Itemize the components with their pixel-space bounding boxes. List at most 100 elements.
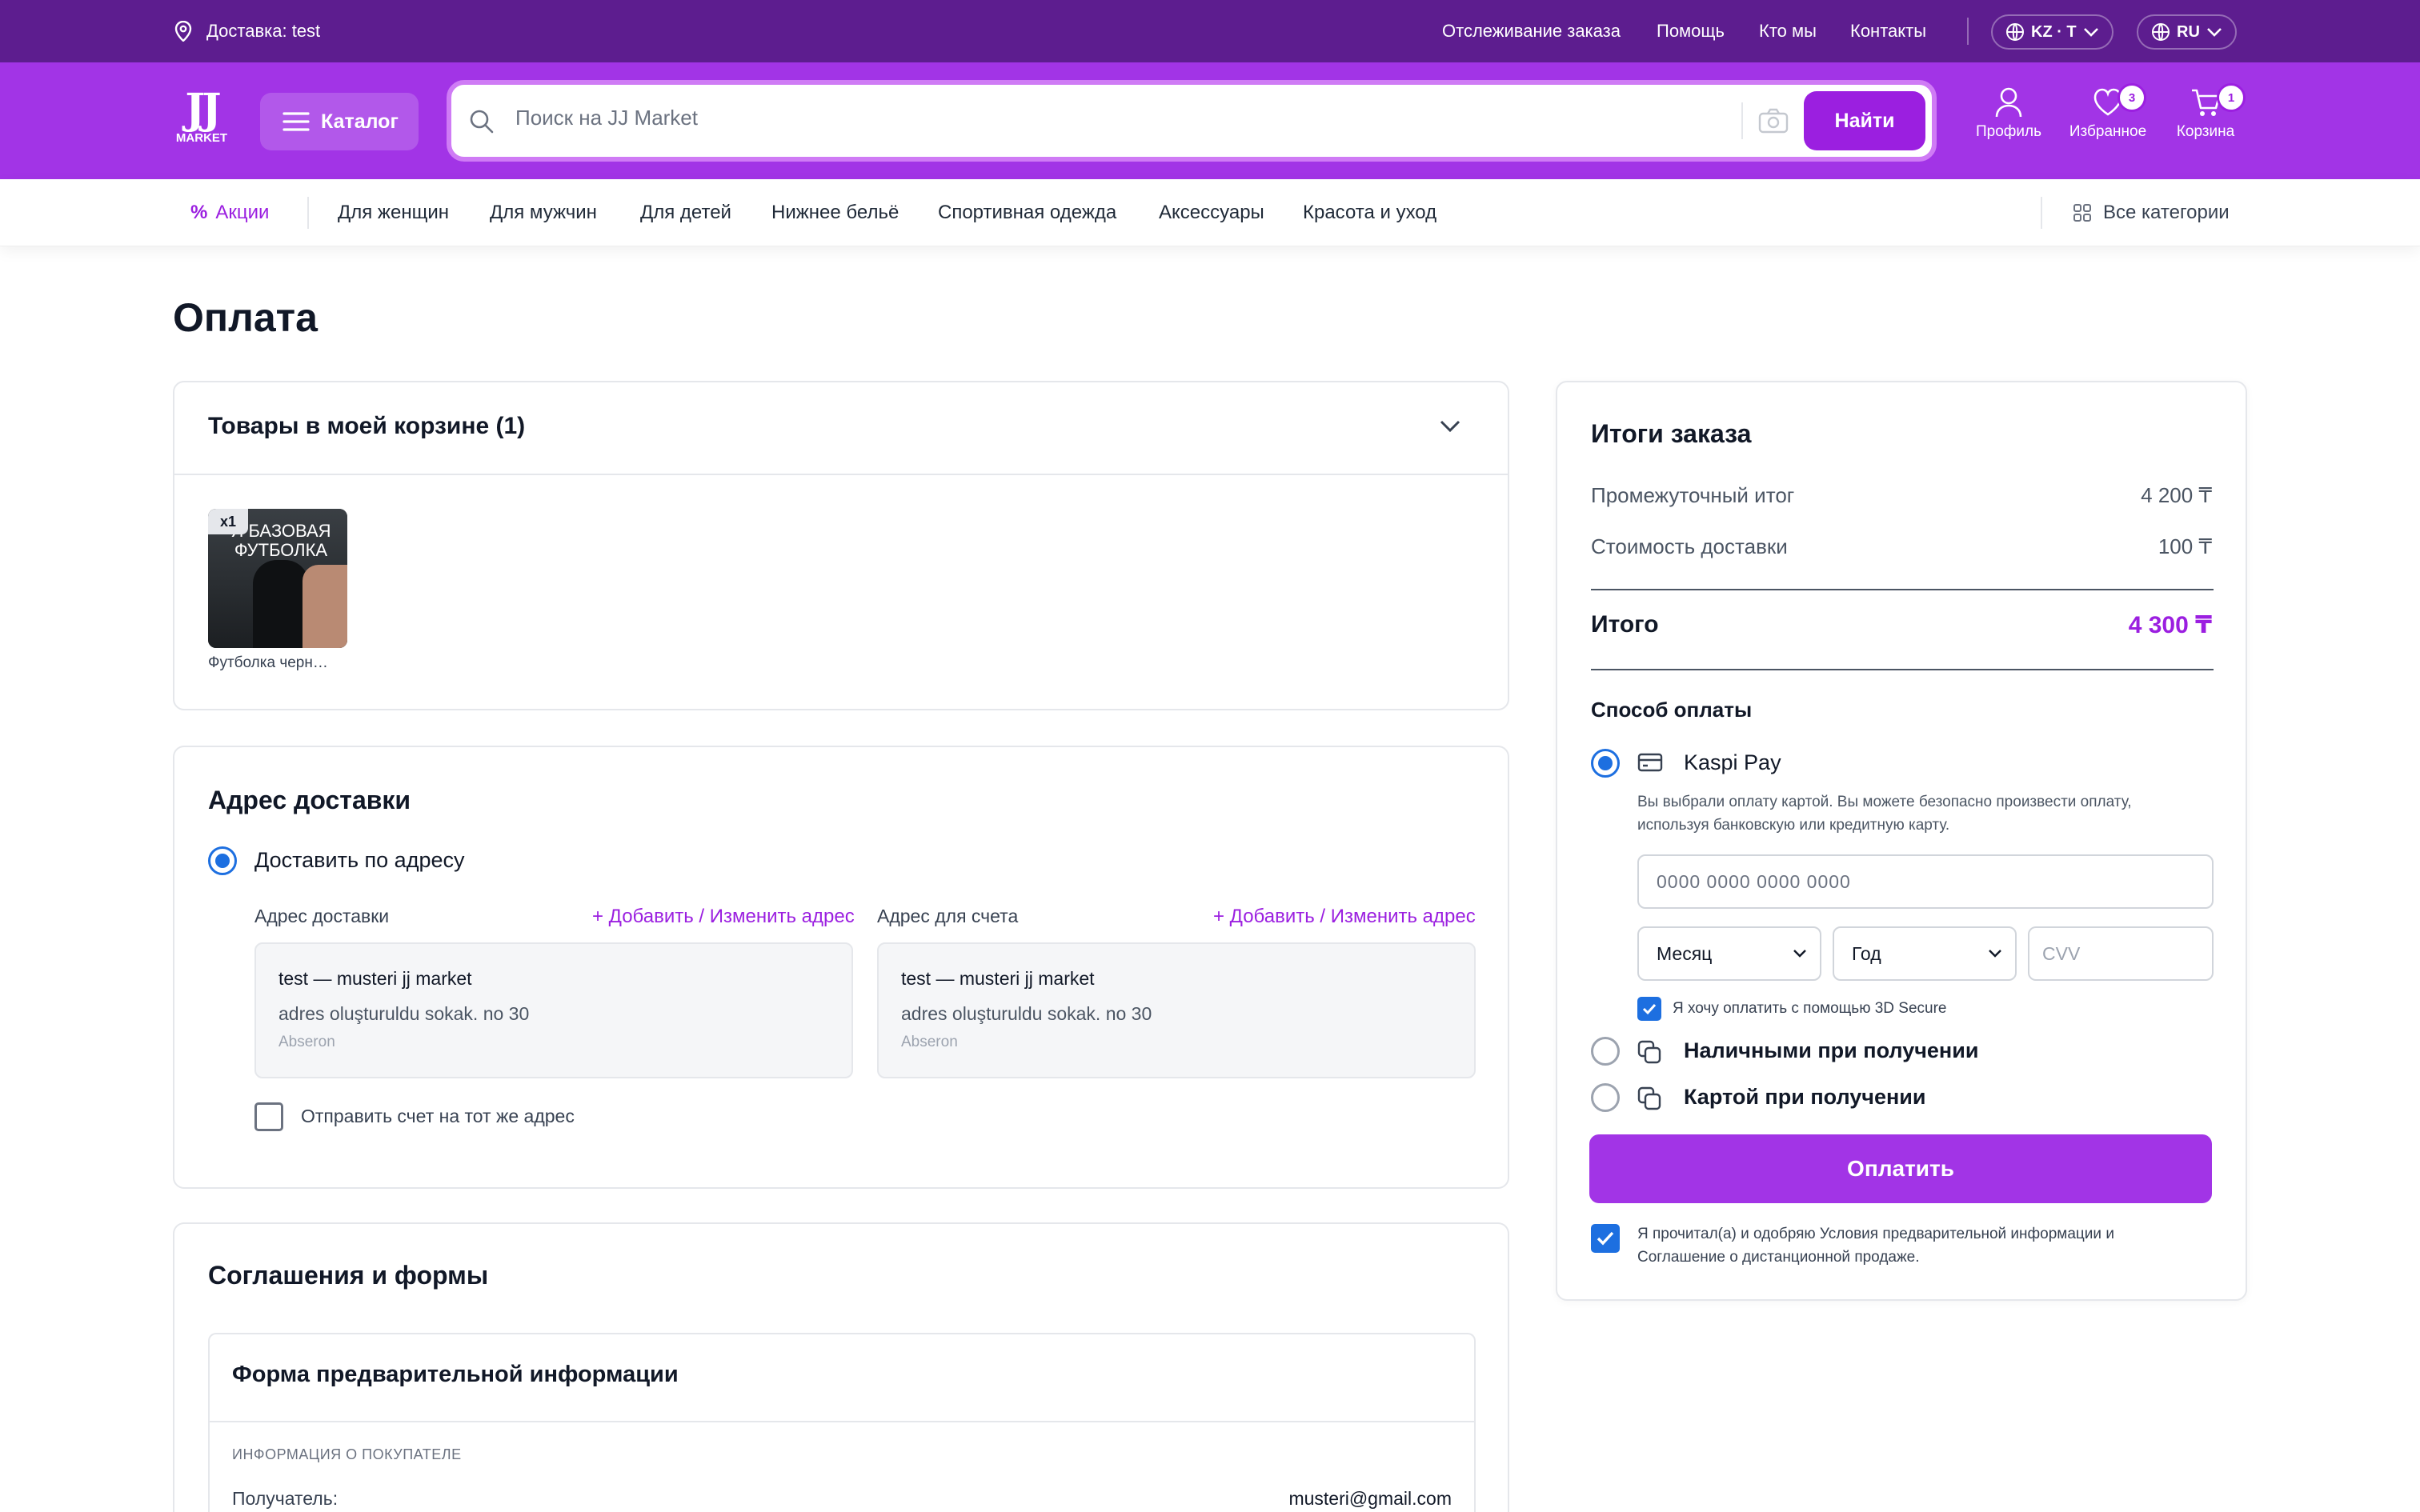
region-selector[interactable]: KZ · T <box>1991 14 2113 50</box>
favorites-label: Избранное <box>2069 123 2147 140</box>
divider <box>1967 18 1969 45</box>
nav-item-underwear[interactable]: Нижнее бельё <box>771 202 899 224</box>
grid-icon <box>2073 204 2091 222</box>
divider <box>210 1421 1474 1422</box>
location-pin-icon <box>174 20 192 46</box>
catalog-button[interactable]: Каталог <box>260 93 419 150</box>
terms-checkbox[interactable] <box>1591 1224 1620 1253</box>
user-icon <box>1995 87 2022 118</box>
cash-on-delivery-label: Наличными при получении <box>1684 1038 1979 1062</box>
kaspi-pay-radio[interactable] <box>1591 749 1620 778</box>
nav-item-women[interactable]: Для женщин <box>338 202 449 224</box>
camera-icon[interactable] <box>1757 107 1789 134</box>
recipient-email: musteri@gmail.com <box>1288 1488 1452 1509</box>
recipient-label: Получатель: <box>232 1488 339 1509</box>
product-thumbnail[interactable]: Я БАЗОВАЯ ФУТБОЛКА x1 <box>208 509 347 648</box>
about-link[interactable]: Кто мы <box>1759 21 1817 42</box>
globe-icon <box>2152 23 2170 41</box>
year-select[interactable]: Год <box>1833 926 2017 981</box>
nav-item-beauty[interactable]: Красота и уход <box>1303 202 1436 224</box>
shipping-address-heading: Адрес доставки <box>254 906 390 926</box>
nav-item-accessories[interactable]: Аксессуары <box>1159 202 1264 224</box>
divider <box>1591 589 2214 590</box>
shipping-street: adres oluşturuldu sokak. no 30 <box>278 1003 530 1024</box>
chevron-down-icon[interactable] <box>1439 418 1461 434</box>
search-icon <box>470 110 494 134</box>
deliver-to-address-radio[interactable] <box>208 846 237 875</box>
pre-info-form: Форма предварительной информации ИНФОРМА… <box>208 1333 1476 1512</box>
edit-shipping-address-link[interactable]: + Добавить / Изменить адрес <box>592 906 855 928</box>
billing-address-box: test — musteri jj market adres oluşturul… <box>877 942 1476 1078</box>
edit-billing-address-link[interactable]: + Добавить / Изменить адрес <box>1213 906 1476 928</box>
cash-on-delivery-radio[interactable] <box>1591 1037 1620 1066</box>
shipping-cost-value: 100 ₸ <box>2158 534 2212 558</box>
shipping-name: test — musteri jj market <box>278 968 472 989</box>
kaspi-pay-note: Вы выбрали оплату картой. Вы можете безо… <box>1637 790 2132 837</box>
nav-item-sale[interactable]: % Акции <box>190 202 269 224</box>
total-label: Итого <box>1591 611 1659 638</box>
chevron-down-icon <box>2206 28 2222 37</box>
catalog-label: Каталог <box>321 110 399 133</box>
help-link[interactable]: Помощь <box>1657 21 1725 42</box>
track-order-link[interactable]: Отслеживание заказа <box>1442 21 1621 42</box>
same-address-checkbox[interactable] <box>254 1102 283 1131</box>
globe-icon <box>2006 23 2024 41</box>
3d-secure-checkbox[interactable] <box>1637 997 1661 1021</box>
cart-items-title: Товары в моей корзине (1) <box>208 413 526 439</box>
agreements-card: Соглашения и формы Форма предварительной… <box>173 1222 1509 1512</box>
menu-icon <box>282 112 310 131</box>
year-select-label: Год <box>1852 942 1881 964</box>
cart-button[interactable]: Корзина 1 <box>2158 83 2254 141</box>
payment-method-heading: Способ оплаты <box>1591 698 1753 722</box>
favorites-button[interactable]: Избранное 3 <box>2060 83 2156 141</box>
delivery-location[interactable]: Доставка: test <box>206 21 320 42</box>
pay-button[interactable]: Оплатить <box>1589 1134 2212 1203</box>
billing-address-heading: Адрес для счета <box>877 906 1019 926</box>
product-name[interactable]: Футболка черн… <box>208 654 328 672</box>
chevron-down-icon <box>1989 950 2001 958</box>
check-icon <box>1597 1231 1614 1246</box>
profile-button[interactable]: Профиль <box>1961 86 2057 141</box>
search-button[interactable]: Найти <box>1804 91 1925 150</box>
billing-city: Abseron <box>901 1034 958 1050</box>
all-categories-link[interactable]: Все категории <box>2073 202 2230 224</box>
3d-secure-label: Я хочу оплатить с помощью 3D Secure <box>1673 1000 1947 1017</box>
search-input[interactable]: Поиск на JJ Market <box>515 106 698 130</box>
cart-label: Корзина <box>2176 123 2235 140</box>
arm-shape <box>302 565 347 648</box>
kaspi-pay-label: Kaspi Pay <box>1684 750 1781 774</box>
divider <box>174 474 1508 475</box>
nav-item-sportswear[interactable]: Спортивная одежда <box>938 202 1116 224</box>
top-bar: Доставка: test Отслеживание заказа Помощ… <box>0 0 2420 62</box>
logo[interactable]: JJ MARKET <box>173 88 230 146</box>
search-bar: Поиск на JJ Market Найти <box>447 80 1937 162</box>
chevron-down-icon <box>1793 950 1806 958</box>
divider <box>1591 669 2214 670</box>
check-icon <box>1642 1003 1657 1015</box>
nav-item-men[interactable]: Для мужчин <box>490 202 597 224</box>
language-selector[interactable]: RU <box>2137 14 2237 50</box>
language-label: RU <box>2177 22 2200 41</box>
cart-count-badge: 1 <box>2217 83 2246 112</box>
cart-icon <box>2192 89 2221 116</box>
same-address-label: Отправить счет на тот же адрес <box>301 1106 575 1126</box>
profile-label: Профиль <box>1975 123 2042 140</box>
cvv-input[interactable]: CVV <box>2028 926 2214 981</box>
card-on-delivery-radio[interactable] <box>1591 1083 1620 1112</box>
chevron-down-icon <box>2083 28 2098 37</box>
terms-line1: Я прочитал(а) и одобряю Условия предвари… <box>1637 1226 2114 1242</box>
nav-item-kids[interactable]: Для детей <box>640 202 731 224</box>
all-categories-label: Все категории <box>2103 202 2230 223</box>
card-on-delivery-icon <box>1637 1086 1661 1110</box>
divider <box>2041 197 2042 229</box>
card-on-delivery-label: Картой при получении <box>1684 1085 1926 1109</box>
nav-item-sale-label: Акции <box>215 202 270 223</box>
kaspi-note-line2: используя банковскую или кредитную карту… <box>1637 817 1950 834</box>
favorites-count-badge: 3 <box>2118 83 2146 112</box>
card-number-input[interactable]: 0000 0000 0000 0000 <box>1637 854 2214 909</box>
contacts-link[interactable]: Контакты <box>1850 21 1926 42</box>
month-select[interactable]: Месяц <box>1637 926 1821 981</box>
month-select-label: Месяц <box>1657 942 1713 964</box>
agreements-title: Соглашения и формы <box>208 1261 489 1290</box>
kaspi-note-line1: Вы выбрали оплату картой. Вы можете безо… <box>1637 794 2132 810</box>
